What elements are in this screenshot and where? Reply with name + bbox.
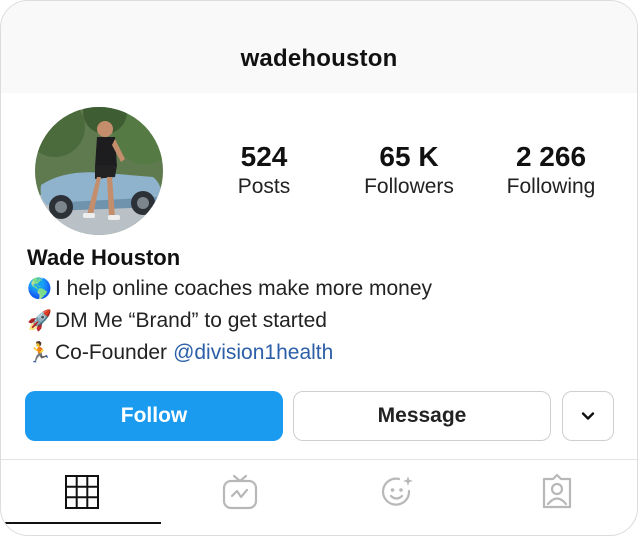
bio-line-3-text: Co-Founder	[55, 341, 168, 364]
posts-label: Posts	[237, 175, 291, 198]
message-button[interactable]: Message	[293, 391, 551, 441]
posts-count: 524	[240, 141, 288, 172]
followers-count: 65 K	[379, 141, 439, 172]
reels-sparkle-face-icon	[381, 476, 413, 506]
globe-icon: 🌎	[27, 278, 52, 300]
following-count: 2 266	[515, 141, 587, 172]
following-stat[interactable]: 2 266 Following	[493, 141, 609, 201]
followers-label: Followers	[364, 175, 454, 198]
runner-icon: 🏃	[27, 342, 52, 364]
profile-tabs	[1, 460, 637, 535]
tab-posts-grid[interactable]	[3, 460, 161, 524]
profile-bio: Wade Houston 🌎 I help online coaches mak…	[27, 243, 607, 369]
profile-username: wadehouston	[240, 45, 398, 72]
bio-mention-link[interactable]: @division1health	[173, 337, 333, 369]
tagged-person-icon	[542, 473, 572, 509]
suggested-accounts-button[interactable]	[562, 391, 614, 441]
posts-stat[interactable]: 524 Posts	[213, 141, 315, 201]
active-tab-indicator	[3, 522, 161, 524]
tab-tagged[interactable]	[478, 460, 636, 524]
bio-line-3: 🏃 Co-Founder @division1health	[27, 337, 607, 369]
chevron-down-icon	[581, 412, 595, 420]
avatar[interactable]	[35, 107, 163, 235]
following-label: Following	[506, 175, 596, 198]
bio-line-1-text: I help online coaches make more money	[55, 277, 433, 300]
display-name: Wade Houston	[27, 245, 181, 270]
grid-icon	[65, 475, 99, 509]
avatar-photo	[35, 107, 163, 235]
tab-igtv[interactable]	[161, 460, 319, 524]
profile-header: wadehouston	[1, 1, 637, 93]
profile-screen: wadehouston 524 Posts 65 K Followers 2 2…	[0, 0, 638, 536]
follow-button[interactable]: Follow	[25, 391, 283, 441]
bio-line-2: 🚀 DM Me “Brand” to get started	[27, 305, 607, 337]
igtv-icon	[222, 474, 258, 510]
tab-reels[interactable]	[319, 460, 477, 524]
bio-line-2-text: DM Me “Brand” to get started	[55, 309, 327, 332]
rocket-icon: 🚀	[27, 310, 52, 332]
bio-line-1: 🌎 I help online coaches make more money	[27, 273, 607, 305]
followers-stat[interactable]: 65 K Followers	[351, 141, 467, 201]
